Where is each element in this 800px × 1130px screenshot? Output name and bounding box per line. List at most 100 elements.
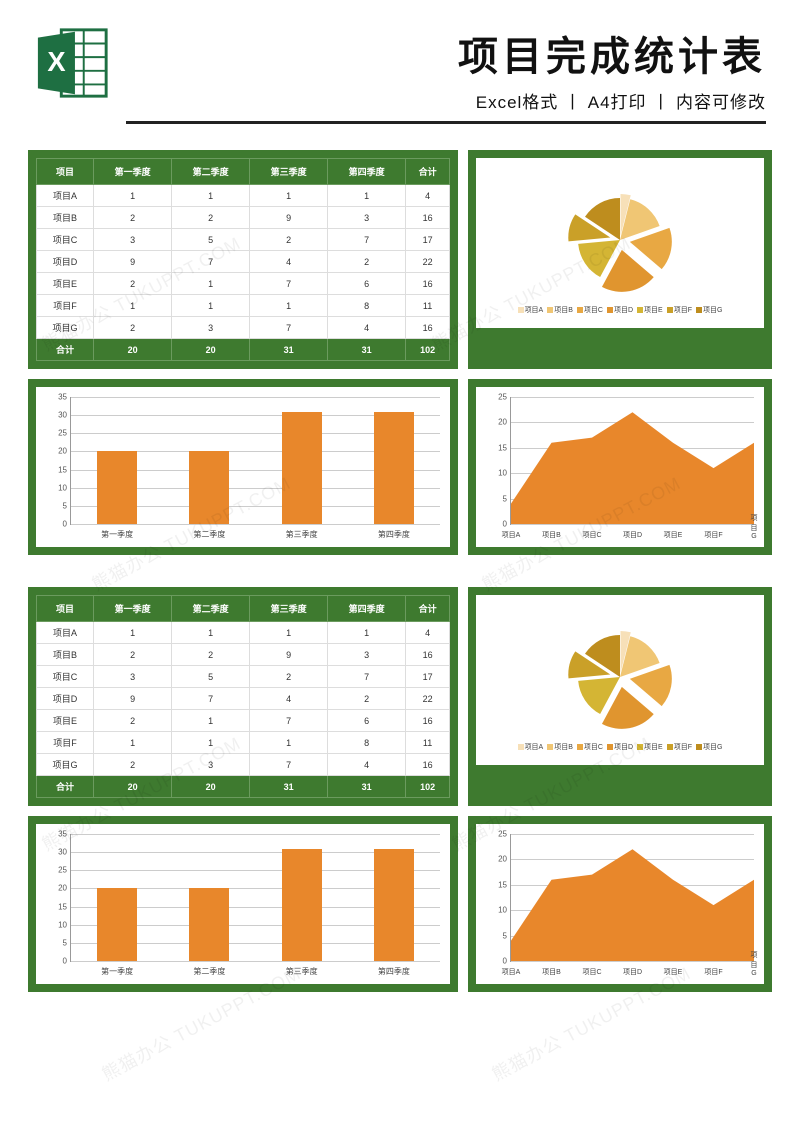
data-table-card: 项目第一季度第二季度第三季度第四季度合计项目A11114项目B229316项目C… [28, 587, 458, 806]
data-table: 项目第一季度第二季度第三季度第四季度合计项目A11114项目B229316项目C… [36, 595, 450, 798]
col-header: 项目 [37, 159, 94, 185]
bar [282, 849, 322, 961]
y-tick: 20 [43, 884, 67, 893]
sheet-instance: 项目第一季度第二季度第三季度第四季度合计项目A11114项目B229316项目C… [28, 587, 772, 992]
x-tick: 第二季度 [193, 529, 225, 540]
col-header: 合计 [406, 596, 450, 622]
bar [282, 412, 322, 524]
y-tick: 30 [43, 848, 67, 857]
table-row: 项目A11114 [37, 185, 450, 207]
y-tick: 25 [483, 393, 507, 402]
y-tick: 35 [43, 393, 67, 402]
x-tick: 项目A [502, 530, 521, 540]
col-header: 第一季度 [94, 596, 172, 622]
x-tick: 第三季度 [286, 966, 318, 977]
bar [97, 451, 137, 524]
y-tick: 25 [43, 429, 67, 438]
col-header: 第四季度 [328, 159, 406, 185]
excel-icon: X [34, 24, 112, 102]
table-row: 项目E217616 [37, 273, 450, 295]
svg-text:X: X [47, 46, 65, 77]
col-header: 第一季度 [94, 159, 172, 185]
bar-chart: 05101520253035第一季度第二季度第三季度第四季度 [36, 824, 450, 984]
y-tick: 15 [43, 902, 67, 911]
bar-chart-card: 05101520253035第一季度第二季度第三季度第四季度 [28, 379, 458, 555]
bar [374, 849, 414, 961]
x-tick: 项目D [623, 967, 642, 977]
y-tick: 25 [483, 830, 507, 839]
area-chart-card: 0 5 10 15 20 25 项目A 项目B 项目C 项目D 项目E 项目F 项目G [468, 379, 772, 555]
x-tick: 项目E [664, 530, 683, 540]
area-chart: 0510152025项目A项目B项目C项目D项目E项目F项目G [476, 824, 764, 984]
y-tick: 10 [483, 469, 507, 478]
col-header: 第二季度 [172, 596, 250, 622]
table-row: 项目B229316 [37, 207, 450, 229]
y-tick: 0 [483, 520, 507, 529]
y-tick: 5 [483, 494, 507, 503]
y-tick: 0 [483, 957, 507, 966]
sheet-instance: 项目第一季度第二季度第三季度第四季度合计项目A11114项目B229316项目C… [28, 150, 772, 555]
y-tick: 5 [483, 931, 507, 940]
y-tick: 5 [43, 938, 67, 947]
x-tick: 项目F [704, 967, 722, 977]
col-header: 第三季度 [250, 596, 328, 622]
table-row: 项目F111811 [37, 732, 450, 754]
y-tick: 25 [43, 866, 67, 875]
x-tick: 项目B [542, 967, 561, 977]
page-subtitle: Excel格式 丨 A4打印 丨 内容可修改 [126, 88, 766, 113]
bar [189, 451, 229, 524]
x-tick: 项目D [623, 530, 642, 540]
data-table: 项目第一季度第二季度第三季度第四季度合计项目A11114项目B229316项目C… [36, 158, 450, 361]
y-tick: 0 [43, 957, 67, 966]
x-tick: 项目A [502, 967, 521, 977]
table-row: 项目F111811 [37, 295, 450, 317]
x-tick: 项目C [582, 530, 601, 540]
data-table-card: 项目第一季度第二季度第三季度第四季度合计项目A11114项目B229316项目C… [28, 150, 458, 369]
table-row: 项目A11114 [37, 622, 450, 644]
template-header: X 项目完成统计表 Excel格式 丨 A4打印 丨 内容可修改 [0, 0, 800, 136]
x-tick: 第三季度 [286, 529, 318, 540]
y-tick: 15 [483, 880, 507, 889]
pie-chart-card: 项目A项目B项目C项目D项目E项目F项目G [468, 150, 772, 369]
x-tick: 项目F [704, 530, 722, 540]
y-tick: 20 [483, 418, 507, 427]
x-tick: 第四季度 [378, 529, 410, 540]
y-tick: 10 [483, 906, 507, 915]
y-tick: 10 [43, 483, 67, 492]
col-header: 第四季度 [328, 596, 406, 622]
pie-chart-card: 项目A项目B项目C项目D项目E项目F项目G [468, 587, 772, 806]
y-tick: 0 [43, 520, 67, 529]
table-row: 项目G237416 [37, 317, 450, 339]
x-tick: 项目C [582, 967, 601, 977]
pie-chart [550, 170, 690, 300]
area-chart-card: 0510152025项目A项目B项目C项目D项目E项目F项目G [468, 816, 772, 992]
y-tick: 15 [43, 465, 67, 474]
x-tick: 第二季度 [193, 966, 225, 977]
table-row: 项目D974222 [37, 251, 450, 273]
table-row: 项目G237416 [37, 754, 450, 776]
bar-chart-card: 05101520253035第一季度第二季度第三季度第四季度 [28, 816, 458, 992]
bar [189, 888, 229, 961]
y-tick: 5 [43, 501, 67, 510]
x-tick: 项目B [542, 530, 561, 540]
y-tick: 20 [483, 855, 507, 864]
bar [374, 412, 414, 524]
x-tick: 项目E [664, 967, 683, 977]
table-row: 项目D974222 [37, 688, 450, 710]
y-tick: 15 [483, 443, 507, 452]
y-tick: 10 [43, 920, 67, 929]
y-tick: 20 [43, 447, 67, 456]
bar-chart: 05101520253035第一季度第二季度第三季度第四季度 [36, 387, 450, 547]
col-header: 第二季度 [172, 159, 250, 185]
table-row: 项目B229316 [37, 644, 450, 666]
total-row: 合计20203131102 [37, 339, 450, 361]
pie-legend: 项目A项目B项目C项目D项目E项目F项目G [516, 743, 725, 753]
x-tick: 项目G [751, 513, 758, 540]
col-header: 第三季度 [250, 159, 328, 185]
col-header: 项目 [37, 596, 94, 622]
area-chart: 0 5 10 15 20 25 项目A 项目B 项目C 项目D 项目E 项目F 项目G [476, 387, 764, 547]
x-tick: 第四季度 [378, 966, 410, 977]
table-row: 项目E217616 [37, 710, 450, 732]
page-title: 项目完成统计表 [126, 24, 766, 82]
y-tick: 35 [43, 830, 67, 839]
